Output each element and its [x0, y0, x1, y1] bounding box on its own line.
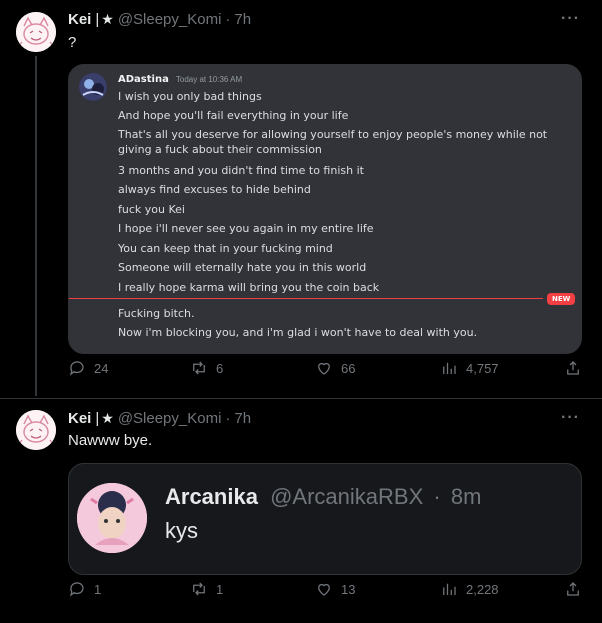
- quoted-header: Arcanika @ArcanikaRBX · 8m: [165, 484, 481, 510]
- avatar[interactable]: [16, 12, 56, 52]
- new-badge: NEW: [547, 293, 576, 305]
- author-name[interactable]: Kei: [68, 11, 91, 28]
- views-icon: [443, 362, 456, 374]
- share-icon: [567, 361, 579, 375]
- like-count: 13: [341, 581, 356, 597]
- reply-count: 24: [94, 360, 109, 376]
- retweet-button[interactable]: 1: [190, 580, 223, 598]
- views-count: 4,757: [466, 360, 499, 376]
- discord-timestamp: Today at 10:36 AM: [175, 75, 243, 84]
- thread-line: [35, 56, 37, 396]
- discord-message: I really hope karma will bring you the c…: [118, 281, 380, 294]
- author-handle[interactable]: @Sleepy_Komi: [118, 410, 222, 427]
- more-icon[interactable]: ···: [561, 409, 580, 427]
- discord-message: And hope you'll fail everything in your …: [118, 109, 349, 122]
- views-count: 2,228: [466, 581, 499, 597]
- name-separator: |: [95, 410, 100, 427]
- tweet[interactable]: Kei | ★ @Sleepy_Komi · 7h ··· ? ADastina…: [0, 0, 602, 398]
- discord-avatar: [79, 73, 107, 101]
- quoted-text: kys: [165, 518, 198, 543]
- avatar-drawing-icon: [16, 410, 56, 450]
- avatar[interactable]: [16, 410, 56, 450]
- dot-separator: ·: [433, 484, 441, 509]
- discord-message: You can keep that in your fucking mind: [118, 242, 333, 255]
- star-icon: ★: [101, 410, 114, 426]
- tweet-time[interactable]: 7h: [234, 11, 251, 28]
- retweet-icon: [193, 361, 205, 375]
- share-icon: [567, 582, 579, 596]
- discord-message: Now i'm blocking you, and i'm glad i won…: [118, 326, 478, 339]
- quoted-avatar-icon: [77, 483, 147, 553]
- reply-button[interactable]: 1: [68, 580, 101, 598]
- discord-message: fuck you Kei: [118, 203, 185, 216]
- quoted-time: 8m: [450, 484, 482, 509]
- like-count: 66: [341, 360, 356, 376]
- name-separator: |: [95, 11, 100, 28]
- discord-username: ADastina: [118, 74, 169, 85]
- quoted-avatar: [77, 483, 147, 553]
- retweet-button[interactable]: 6: [190, 359, 223, 377]
- discord-message: 3 months and you didn't find time to fin…: [118, 164, 364, 177]
- share-button[interactable]: [564, 359, 582, 377]
- author-name[interactable]: Kei: [68, 410, 91, 427]
- reply-icon: [69, 582, 84, 597]
- views-icon: [443, 583, 456, 595]
- tweet-text: ?: [68, 34, 77, 51]
- like-icon: [318, 362, 330, 375]
- like-button[interactable]: 66: [315, 359, 355, 377]
- discord-message: I hope i'll never see you again in my en…: [118, 222, 374, 235]
- share-button[interactable]: [564, 580, 582, 598]
- retweet-count: 6: [216, 360, 224, 376]
- views-button[interactable]: 4,757: [440, 359, 499, 377]
- retweet-count: 1: [216, 581, 224, 597]
- discord-message: Fucking bitch.: [118, 307, 195, 320]
- quoted-name: Arcanika: [165, 484, 258, 509]
- like-icon: [318, 583, 330, 596]
- retweet-icon: [193, 582, 205, 596]
- discord-message-header: ADastina Today at 10:36 AM: [118, 73, 242, 85]
- discord-message: always find excuses to hide behind: [118, 183, 311, 196]
- tweet-time[interactable]: 7h: [234, 410, 251, 427]
- new-messages-divider: [69, 298, 543, 299]
- tweet-header: Kei | ★ @Sleepy_Komi · 7h: [68, 11, 251, 28]
- discord-screenshot[interactable]: ADastina Today at 10:36 AM I wish you on…: [68, 64, 582, 354]
- reply-count: 1: [94, 581, 102, 597]
- tweet-text: Nawww bye.: [68, 432, 153, 449]
- discord-message: That's all you deserve for allowing your…: [118, 128, 548, 156]
- tweet[interactable]: Kei | ★ @Sleepy_Komi · 7h ··· Nawww bye.…: [0, 398, 602, 623]
- reply-icon: [69, 361, 84, 376]
- avatar-drawing-icon: [16, 12, 56, 52]
- quoted-handle: @ArcanikaRBX: [270, 484, 424, 509]
- tweet-header: Kei | ★ @Sleepy_Komi · 7h: [68, 410, 251, 427]
- discord-avatar-icon: [79, 73, 107, 101]
- like-button[interactable]: 13: [315, 580, 355, 598]
- discord-message: Someone will eternally hate you in this …: [118, 261, 367, 274]
- quoted-tweet-screenshot[interactable]: Arcanika @ArcanikaRBX · 8m kys: [68, 463, 582, 575]
- dot-separator: ·: [225, 410, 231, 427]
- star-icon: ★: [101, 11, 114, 27]
- reply-button[interactable]: 24: [68, 359, 108, 377]
- dot-separator: ·: [225, 11, 231, 28]
- views-button[interactable]: 2,228: [440, 580, 499, 598]
- author-handle[interactable]: @Sleepy_Komi: [118, 11, 222, 28]
- more-icon[interactable]: ···: [561, 10, 580, 28]
- discord-message: I wish you only bad things: [118, 90, 262, 103]
